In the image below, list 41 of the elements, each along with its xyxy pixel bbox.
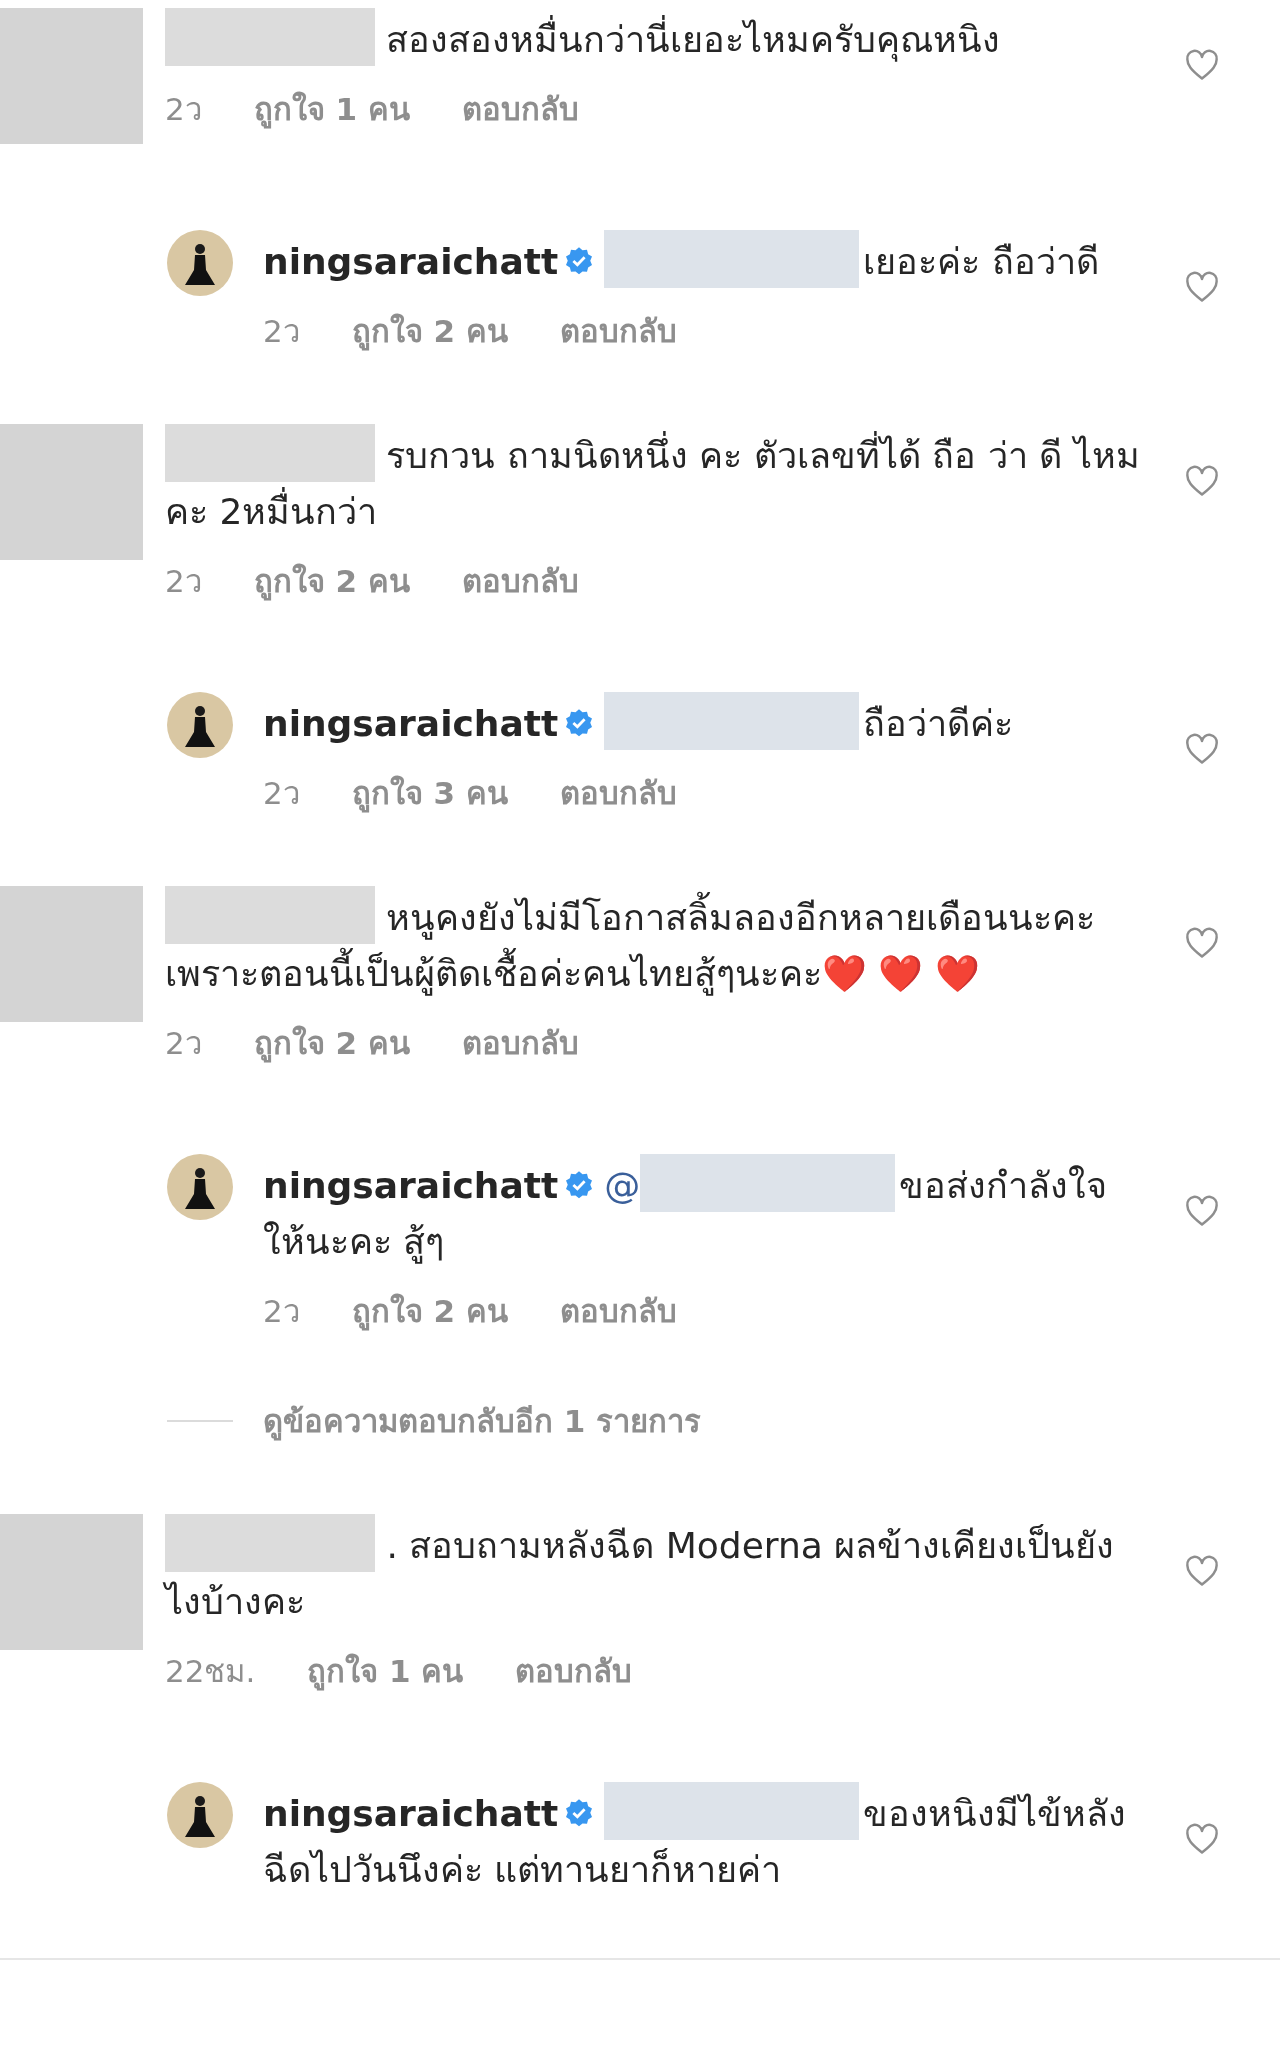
like-count[interactable]: ถูกใจ 1 คน: [253, 84, 410, 134]
timestamp: 2ว: [165, 562, 202, 601]
heart-icon[interactable]: [1184, 1554, 1220, 1588]
comment-text: ningsaraichatt ถือว่าดีค่ะ: [263, 692, 1144, 752]
heart-icon[interactable]: [1184, 464, 1220, 498]
reply-link[interactable]: ตอบกลับ: [461, 84, 579, 134]
heart-icon[interactable]: [1184, 1194, 1220, 1228]
heart-icon[interactable]: [1184, 1822, 1220, 1856]
avatar: [167, 1154, 233, 1220]
heart-icon[interactable]: [1184, 48, 1220, 82]
timestamp: 2ว: [165, 90, 202, 129]
avatar: [167, 692, 233, 758]
comment-text: รบกวน ถามนิดหนึ่ง คะ ตัวเลขที่ได้ ถือ ว่า ดี ไหมคะ 2หมื่นกว่า: [165, 424, 1144, 540]
reply-link[interactable]: ตอบกลับ: [559, 768, 677, 818]
like-count[interactable]: ถูกใจ 2 คน: [351, 306, 508, 356]
reply-link[interactable]: ตอบกลับ: [461, 1018, 579, 1068]
like-count[interactable]: ถูกใจ 3 คน: [351, 768, 508, 818]
heart-icon[interactable]: [1184, 270, 1220, 304]
avatar: [167, 230, 233, 296]
comment-text: หนูคงยังไม่มีโอกาสลิ้มลองอีกหลายเดือนนะคะเพราะตอนนี้เป็นผู้ติดเชื้อค่ะคนไทยสู้ๆนะคะ❤ ❤ ❤: [165, 886, 1144, 1002]
like-count[interactable]: ถูกใจ 2 คน: [253, 556, 410, 606]
timestamp: 2ว: [165, 1024, 202, 1063]
reply-link[interactable]: ตอบกลับ: [515, 1646, 633, 1696]
like-count[interactable]: ถูกใจ 2 คน: [351, 1286, 508, 1336]
comment-text: ningsaraichatt ของหนิงมีไข้หลังฉีดไปวันนึงค่ะ แต่ทานยาก็หายค่า: [263, 1782, 1144, 1898]
timestamp: 22ชม.: [165, 1652, 256, 1691]
timestamp: 2ว: [263, 1292, 300, 1331]
avatar: [167, 1782, 233, 1848]
view-replies-link[interactable]: ดูข้อความตอบกลับอีก 1 รายการ: [263, 1396, 702, 1446]
heart-icon[interactable]: [1184, 732, 1220, 766]
like-count[interactable]: ถูกใจ 1 คน: [307, 1646, 464, 1696]
reply-link[interactable]: ตอบกลับ: [461, 556, 579, 606]
reply-link[interactable]: ตอบกลับ: [559, 1286, 677, 1336]
timestamp: 2ว: [263, 312, 300, 351]
timestamp: 2ว: [263, 774, 300, 813]
comment-text: สองสองหมื่นกว่านี่เยอะไหมครับคุณหนิง: [165, 8, 1144, 68]
like-count[interactable]: ถูกใจ 2 คน: [253, 1018, 410, 1068]
reply-link[interactable]: ตอบกลับ: [559, 306, 677, 356]
comment-text: ningsaraichatt @ ขอส่งกำลังใจให้นะคะ สู้ๆ: [263, 1154, 1144, 1270]
comment-text: ningsaraichatt เยอะค่ะ ถือว่าดี: [263, 230, 1144, 290]
heart-icon[interactable]: [1184, 926, 1220, 960]
